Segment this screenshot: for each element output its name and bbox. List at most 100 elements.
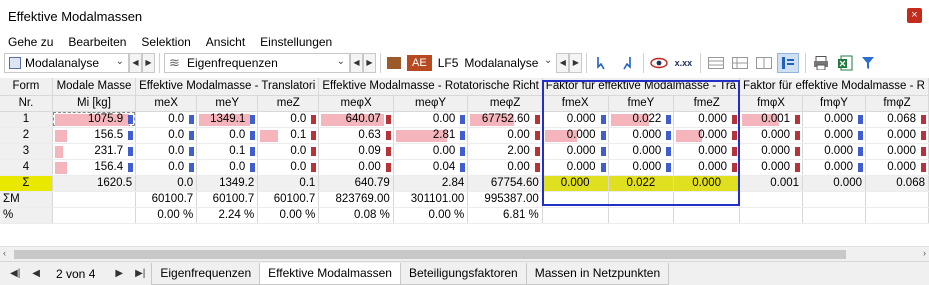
print-icon[interactable] [810,53,832,73]
next-analysis-button[interactable]: ▶ [142,53,155,73]
table-cell[interactable]: 0.1 [196,143,259,160]
tab-massen-in-netzpunkten[interactable]: Massen in Netzpunkten [525,262,670,285]
table-row[interactable]: 2 156.5 0.0 0.0 0.1 0.63 2.81 0.00 0.000 0.000 0.0… [0,127,929,144]
prev-results-button[interactable]: ◀ [350,53,363,73]
analysis-combo[interactable]: Modalanalyse ⌄ [4,53,129,73]
menu-settings[interactable]: Einstellungen [260,35,339,49]
table-cell[interactable]: 0.000 [542,143,609,160]
table-cell[interactable]: 2.81 [393,127,469,144]
table-cell[interactable]: 0.04 [393,159,469,176]
table-cell[interactable]: 0.0 [135,127,198,144]
table-cell[interactable]: 0.09 [318,143,394,160]
last-page-icon[interactable]: ▶| [135,268,145,279]
table-cell[interactable]: 0.000 [542,111,609,128]
table-row[interactable]: 1 1075.9 0.0 1349.1 0.0 640.07 0.00 67752.60 0.0… [0,111,929,128]
table-cell[interactable]: 0.00 [393,111,469,128]
excel-export-icon[interactable] [834,53,856,73]
table-cell[interactable]: 0.022 [608,111,675,128]
table-cell[interactable]: 1349.1 [196,111,259,128]
table-cell[interactable]: 0.0 [135,159,198,176]
table-row[interactable]: 3 231.7 0.0 0.1 0.0 0.09 0.00 2.00 0.000 0.000 0.0… [0,143,929,160]
table-cell[interactable]: 0.00 [318,159,394,176]
first-page-icon[interactable]: ◀| [10,268,20,279]
table-cell[interactable]: 0.000 [802,143,866,160]
table-cell[interactable]: 0.0 [257,159,320,176]
table-cell[interactable]: 0.0 [257,143,320,160]
table-cell[interactable]: 0.000 [802,159,866,176]
cell-value: 0.000 [632,129,662,141]
table-cell[interactable]: 0.000 [739,127,804,144]
menu-goto[interactable]: Gehe zu [8,35,60,49]
table-cell[interactable]: 1075.9 [52,111,137,128]
table-cell[interactable]: 0.000 [865,143,929,160]
decimal-places-icon[interactable]: x.xx [672,53,694,73]
table-cell[interactable]: 0.0 [196,159,259,176]
table-cell[interactable]: 156.5 [52,127,137,144]
table-cell[interactable]: 0.000 [865,159,929,176]
table-cell[interactable]: 0.068 [865,111,929,128]
table-cell[interactable]: 0.0 [257,111,320,128]
table-cell[interactable]: 0.0 [135,143,198,160]
table-cell[interactable]: 0.00 [467,127,543,144]
table-cell[interactable]: 0.000 [542,127,609,144]
table-rows-icon[interactable] [729,53,751,73]
tab-beteiligungsfaktoren[interactable]: Beteiligungsfaktoren [399,262,527,285]
menu-selection[interactable]: Selektion [141,35,197,49]
next-load-case-button[interactable]: ▶ [569,53,583,73]
results-table: Form Modale Masse Effektive Modalmasse -… [0,78,929,245]
table-cell[interactable]: 0.001 [739,111,804,128]
prev-load-case-button[interactable]: ◀ [556,53,570,73]
table-cell[interactable]: 0.000 [673,159,741,176]
row-label: ΣM [0,191,53,208]
table-cell[interactable]: 156.4 [52,159,137,176]
table-cell[interactable]: 0.000 [802,111,866,128]
table-cell[interactable]: 67752.60 [467,111,543,128]
select-back-icon[interactable] [615,53,637,73]
scroll-right-icon[interactable]: › [923,248,926,258]
menu-edit[interactable]: Bearbeiten [68,35,133,49]
prev-page-icon[interactable]: ◀ [32,268,40,279]
table-columns-icon[interactable] [753,53,775,73]
table-cell[interactable]: 0.63 [318,127,394,144]
table-row[interactable]: 4 156.4 0.0 0.0 0.0 0.00 0.04 0.00 0.000 0.000 0.0… [0,159,929,176]
cell-value: 156.5 [94,129,124,141]
close-button[interactable]: × [907,8,922,23]
table-cell[interactable]: 0.000 [608,159,675,176]
table-cell[interactable]: 0.000 [673,143,741,160]
table-cell[interactable]: 0.0 [196,127,259,144]
table-cell[interactable]: 0.00 [393,143,469,160]
next-page-icon[interactable]: ▶ [115,268,123,279]
table-cell[interactable]: 640.07 [318,111,394,128]
tab-effektive-modalmassen[interactable]: Effektive Modalmassen [259,262,401,285]
table-cell[interactable]: 0.000 [673,111,741,128]
table-cell[interactable]: 231.7 [52,143,137,160]
table-cell[interactable]: 0.1 [257,127,320,144]
window-title: Effektive Modalmassen [8,8,143,24]
table-cell[interactable]: 0.0 [135,111,198,128]
table-cell[interactable]: 0.000 [542,159,609,176]
scrollbar-thumb[interactable] [14,250,846,259]
table-cell[interactable]: 0.000 [673,127,741,144]
select-arrow-icon[interactable] [591,53,613,73]
table-cell[interactable]: 0.00 [467,159,543,176]
tab-eigenfrequenzen[interactable]: Eigenfrequenzen [151,262,261,285]
eye-icon[interactable] [648,53,670,73]
scroll-left-icon[interactable]: ‹ [3,248,6,258]
next-results-button[interactable]: ▶ [363,53,376,73]
table-cell[interactable]: 2.00 [467,143,543,160]
load-case-combo[interactable]: Modalanalyse ⌄ [464,53,557,73]
table-cell[interactable]: 0.000 [739,143,804,160]
table-cell[interactable]: 0.000 [608,143,675,160]
results-combo[interactable]: ≋ Eigenfrequenzen ⌄ [164,53,350,73]
table-cell[interactable]: 0.000 [802,127,866,144]
table-cell[interactable]: 0.000 [739,159,804,176]
table-cell[interactable]: 0.000 [608,127,675,144]
menu-view[interactable]: Ansicht [206,35,252,49]
summary-cell: 67754.60 [467,175,543,192]
column-view-icon[interactable] [777,53,800,73]
table-icon[interactable] [705,53,727,73]
table-cell[interactable]: 0.000 [865,127,929,144]
prev-analysis-button[interactable]: ◀ [129,53,142,73]
filter-icon[interactable] [858,53,880,73]
horizontal-scrollbar[interactable]: ‹ › [0,246,929,261]
